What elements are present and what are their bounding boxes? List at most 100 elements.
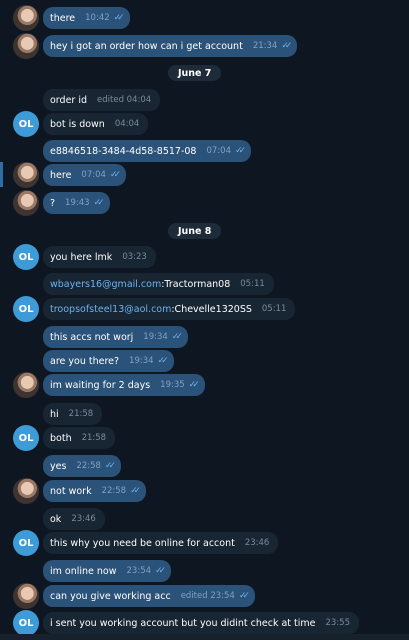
message-text: bot is down <box>50 118 105 130</box>
message-bubble[interactable]: ? 19:43 ✓✓ <box>43 192 110 214</box>
message-meta: 19:43 ✓✓ <box>65 198 105 208</box>
message-bubble[interactable]: this accs not worj 19:34 ✓✓ <box>43 326 188 348</box>
contact-avatar[interactable]: OL <box>13 530 39 556</box>
message-bubble[interactable]: e8846518-3484-4d58-8517-08 07:04 ✓✓ <box>43 140 252 162</box>
message-time: 03:23 <box>122 252 147 262</box>
message-bubble[interactable]: not work 22:58 ✓✓ <box>43 480 147 502</box>
message-meta: 21:58 <box>69 409 94 419</box>
message-bubble[interactable]: im waiting for 2 days 19:35 ✓✓ <box>43 374 205 396</box>
message-text: order id <box>50 94 88 106</box>
message-text: here <box>50 169 72 181</box>
message-bubble[interactable]: yes 22:58 ✓✓ <box>43 455 122 477</box>
message-text: ? <box>50 197 56 209</box>
contact-avatar[interactable]: OL <box>13 111 39 137</box>
message-bubble[interactable]: hey i got an order how can i get account… <box>43 35 298 57</box>
message-text: ok <box>50 513 62 525</box>
message-bubble[interactable]: are you there? 19:34 ✓✓ <box>43 350 174 372</box>
message-meta: edited 04:04 <box>97 95 151 105</box>
user-avatar[interactable] <box>13 190 39 216</box>
message-bubble[interactable]: both 21:58 <box>43 427 116 449</box>
message-meta: 23:54 ✓✓ <box>126 566 167 576</box>
user-avatar[interactable] <box>13 372 39 398</box>
date-separator: June 7 <box>168 65 222 81</box>
message-text: this why you need be online for accont <box>50 537 235 549</box>
message-bubble[interactable]: here 07:04 ✓✓ <box>43 164 127 186</box>
message-bubble[interactable]: wbayers16@gmail.com:Tractorman08 05:11 <box>43 273 274 295</box>
message-bubble[interactable]: this why you need be online for accont 2… <box>43 532 279 554</box>
message-meta: 21:34 ✓✓ <box>253 41 293 51</box>
message-time: edited 04:04 <box>97 95 152 105</box>
message-bubble[interactable]: there 10:42 ✓✓ <box>43 7 130 29</box>
message-meta: 22:58 ✓✓ <box>76 461 116 471</box>
message-meta: 05:11 <box>240 279 265 289</box>
message-text: :Chevelle1320SS <box>171 303 252 315</box>
double-check-icon: ✓✓ <box>281 41 292 51</box>
message-meta: 23:46 <box>245 538 270 548</box>
message-meta: 22:58 ✓✓ <box>102 486 142 496</box>
message-bubble[interactable]: bot is down 04:04 <box>43 113 149 135</box>
contact-avatar[interactable]: OL <box>13 425 39 451</box>
message-text: e8846518-3484-4d58-8517-08 <box>50 145 197 157</box>
message-time: 07:04 <box>206 146 231 156</box>
message-meta: 10:42 ✓✓ <box>85 13 125 23</box>
user-avatar[interactable] <box>13 583 39 609</box>
message-time: 19:34 <box>143 332 168 342</box>
message-text: can you give working acc <box>50 590 171 602</box>
message-meta: 23:46 <box>71 514 96 524</box>
message-bubble[interactable]: ok 23:46 <box>43 508 105 530</box>
message-bubble[interactable]: can you give working acc edited 23:54 ✓✓ <box>43 585 255 607</box>
email-link[interactable]: wbayers16@gmail.com <box>50 279 161 290</box>
message-meta: 03:23 <box>122 252 147 262</box>
message-time: 05:11 <box>261 304 287 314</box>
contact-avatar[interactable]: OL <box>13 244 39 270</box>
user-avatar[interactable] <box>13 162 39 188</box>
message-bubble[interactable]: order id edited 04:04 <box>43 89 161 111</box>
message-meta: 05:11 <box>262 304 287 314</box>
message-meta: 07:04 ✓✓ <box>206 146 246 156</box>
message-time: 19:34 <box>129 356 154 366</box>
message-time: 10:42 <box>85 13 110 23</box>
chat-history[interactable]: there 10:42 ✓✓ hey i got an order how can… <box>0 0 409 640</box>
message-bubble[interactable]: you here lmk 03:23 <box>43 246 156 268</box>
composer-edge <box>0 634 409 640</box>
message-text: hi <box>50 408 59 420</box>
double-check-icon: ✓✓ <box>155 566 166 576</box>
contact-avatar[interactable]: OL <box>13 296 39 322</box>
message-text: there <box>50 12 76 24</box>
double-check-icon: ✓✓ <box>157 356 169 366</box>
message-time: 07:04 <box>81 170 106 180</box>
message-text: im online now <box>50 565 117 577</box>
message-bubble[interactable]: i sent you working account but you didin… <box>43 612 359 634</box>
double-check-icon: ✓✓ <box>130 486 141 496</box>
user-avatar[interactable] <box>13 478 39 504</box>
double-check-icon: ✓✓ <box>171 332 183 342</box>
message-text: i sent you working account but you didin… <box>50 617 316 629</box>
message-time: 23:46 <box>71 514 96 524</box>
message-time: 23:54 <box>126 566 152 576</box>
message-text: you here lmk <box>50 251 113 263</box>
message-text: this accs not worj <box>50 331 134 343</box>
double-check-icon: ✓✓ <box>113 13 125 23</box>
message-time: 21:58 <box>81 433 107 443</box>
user-avatar[interactable] <box>13 33 39 59</box>
message-bubble[interactable]: troopsofsteel13@aol.com:Chevelle1320SS 0… <box>43 298 296 320</box>
message-meta: 19:35 ✓✓ <box>160 380 200 390</box>
message-bubble[interactable]: im online now 23:54 ✓✓ <box>43 560 172 582</box>
double-check-icon: ✓✓ <box>109 170 121 180</box>
message-bubble[interactable]: hi 21:58 <box>43 403 103 425</box>
message-time: 05:11 <box>240 279 265 289</box>
message-text: yes <box>50 460 67 472</box>
email-link[interactable]: troopsofsteel13@aol.com <box>50 304 171 315</box>
message-meta: 21:58 <box>82 433 107 443</box>
message-time: 23:46 <box>244 538 270 548</box>
double-check-icon: ✓✓ <box>234 146 246 156</box>
user-avatar[interactable] <box>13 5 39 31</box>
date-separator: June 8 <box>168 223 222 239</box>
message-meta: 19:34 ✓✓ <box>143 332 183 342</box>
message-meta: 04:04 <box>115 119 140 129</box>
message-meta: edited 23:54 ✓✓ <box>181 591 250 601</box>
message-time: 21:58 <box>68 409 94 419</box>
message-time: 22:58 <box>76 461 101 471</box>
message-time: 04:04 <box>114 119 140 129</box>
contact-avatar[interactable]: OL <box>13 610 39 636</box>
